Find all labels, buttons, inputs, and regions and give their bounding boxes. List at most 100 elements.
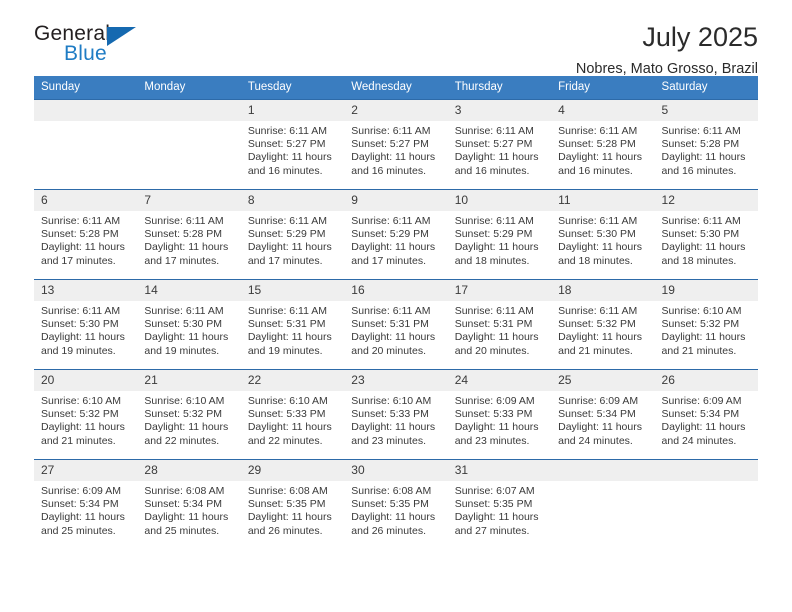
daylight-text: Daylight: 11 hours and 16 minutes.	[661, 151, 746, 177]
calendar-day-cell[interactable]: 16 Sunrise: 6:11 AM Sunset: 5:31 PM Dayligh…	[344, 279, 448, 370]
day-details: Sunrise: 6:07 AM Sunset: 5:35 PM Daylight:…	[448, 481, 551, 538]
calendar-day-cell[interactable]: 10 Sunrise: 6:11 AM Sunset: 5:29 PM Dayligh…	[447, 189, 552, 280]
day-number: 26	[654, 370, 758, 391]
day-number: 24	[447, 370, 552, 391]
calendar-page: General Blue July 2025 Nobres, Mato Gros…	[0, 0, 792, 612]
day-number: 21	[137, 370, 241, 391]
calendar-day-cell[interactable]: 19 Sunrise: 6:10 AM Sunset: 5:32 PM Dayligh…	[654, 279, 758, 370]
calendar-day-cell[interactable]: 28 Sunrise: 6:08 AM Sunset: 5:34 PM Dayligh…	[137, 459, 241, 549]
daylight-text: Daylight: 11 hours and 17 minutes.	[41, 241, 125, 267]
day-details: Sunrise: 6:08 AM Sunset: 5:35 PM Daylight:…	[241, 481, 344, 538]
day-number: 12	[654, 190, 758, 211]
day-number: 3	[447, 100, 552, 121]
day-number: 29	[240, 460, 345, 481]
daylight-text: Daylight: 11 hours and 24 minutes.	[558, 421, 642, 447]
calendar-day-cell[interactable]: 1 Sunrise: 6:11 AM Sunset: 5:27 PM Daylight…	[240, 99, 345, 190]
calendar-day-cell[interactable]: 13 Sunrise: 6:11 AM Sunset: 5:30 PM Dayligh…	[34, 279, 138, 370]
sunrise-text: Sunrise: 6:11 AM	[351, 125, 431, 137]
sunset-text: Sunset: 5:34 PM	[41, 498, 119, 511]
day-details: Sunrise: 6:11 AM Sunset: 5:28 PM Daylight:…	[34, 211, 137, 268]
page-title: July 2025	[642, 22, 758, 52]
day-number: 1	[240, 100, 345, 121]
daylight-text: Daylight: 11 hours and 25 minutes.	[41, 511, 125, 537]
calendar-day-cell[interactable]: 7 Sunrise: 6:11 AM Sunset: 5:28 PM Daylight…	[137, 189, 241, 280]
sunrise-text: Sunrise: 6:11 AM	[247, 305, 328, 317]
sunset-text: Sunset: 5:29 PM	[351, 228, 429, 241]
calendar-day-cell[interactable]: 26 Sunrise: 6:09 AM Sunset: 5:34 PM Dayligh…	[654, 369, 758, 460]
calendar-day-cell-empty	[137, 99, 241, 190]
calendar-day-cell[interactable]: 27 Sunrise: 6:09 AM Sunset: 5:34 PM Dayligh…	[34, 459, 138, 549]
calendar-day-cell[interactable]: 9 Sunrise: 6:11 AM Sunset: 5:29 PM Daylight…	[344, 189, 448, 280]
calendar-day-cell[interactable]: 17 Sunrise: 6:11 AM Sunset: 5:31 PM Dayligh…	[447, 279, 552, 370]
calendar-day-cell[interactable]: 22 Sunrise: 6:10 AM Sunset: 5:33 PM Dayligh…	[240, 369, 345, 460]
logo-triangle-icon	[107, 27, 136, 46]
sunset-text: Sunset: 5:29 PM	[454, 228, 533, 241]
calendar-day-cell[interactable]: 11 Sunrise: 6:11 AM Sunset: 5:30 PM Dayligh…	[551, 189, 655, 280]
day-details: Sunrise: 6:11 AM Sunset: 5:30 PM Daylight:…	[34, 301, 137, 358]
sunrise-text: Sunrise: 6:08 AM	[144, 485, 225, 497]
sunrise-text: Sunrise: 6:11 AM	[351, 305, 431, 317]
calendar-day-cell[interactable]: 14 Sunrise: 6:11 AM Sunset: 5:30 PM Dayligh…	[137, 279, 241, 370]
sunrise-text: Sunrise: 6:11 AM	[454, 215, 534, 227]
sunset-text: Sunset: 5:35 PM	[454, 498, 533, 511]
sunset-text: Sunset: 5:35 PM	[351, 498, 429, 511]
sunset-text: Sunset: 5:28 PM	[41, 228, 119, 241]
day-details: Sunrise: 6:10 AM Sunset: 5:32 PM Daylight:…	[137, 391, 240, 448]
sunrise-text: Sunrise: 6:10 AM	[247, 395, 328, 407]
sunset-text: Sunset: 5:32 PM	[661, 318, 740, 331]
sunrise-text: Sunrise: 6:09 AM	[41, 485, 121, 497]
calendar-day-cell[interactable]: 21 Sunrise: 6:10 AM Sunset: 5:32 PM Dayligh…	[137, 369, 241, 460]
sunrise-text: Sunrise: 6:11 AM	[247, 125, 328, 137]
calendar-day-cell[interactable]: 12 Sunrise: 6:11 AM Sunset: 5:30 PM Dayligh…	[654, 189, 758, 280]
sunset-text: Sunset: 5:30 PM	[41, 318, 119, 331]
sunrise-text: Sunrise: 6:11 AM	[558, 125, 638, 137]
daylight-text: Daylight: 11 hours and 22 minutes.	[247, 421, 332, 447]
sunset-text: Sunset: 5:31 PM	[247, 318, 326, 331]
calendar-day-cell[interactable]: 24 Sunrise: 6:09 AM Sunset: 5:33 PM Dayligh…	[447, 369, 552, 460]
calendar-day-cell[interactable]: 29 Sunrise: 6:08 AM Sunset: 5:35 PM Dayligh…	[240, 459, 345, 549]
daylight-text: Daylight: 11 hours and 25 minutes.	[144, 511, 229, 537]
calendar-day-cell[interactable]: 3 Sunrise: 6:11 AM Sunset: 5:27 PM Daylight…	[447, 99, 552, 190]
daylight-text: Daylight: 11 hours and 26 minutes.	[351, 511, 436, 537]
calendar-day-cell[interactable]: 6 Sunrise: 6:11 AM Sunset: 5:28 PM Daylight…	[34, 189, 138, 280]
daylight-text: Daylight: 11 hours and 26 minutes.	[247, 511, 332, 537]
calendar-day-cell[interactable]: 15 Sunrise: 6:11 AM Sunset: 5:31 PM Dayligh…	[240, 279, 345, 370]
daylight-text: Daylight: 11 hours and 17 minutes.	[247, 241, 332, 267]
daylight-text: Daylight: 11 hours and 19 minutes.	[247, 331, 332, 357]
day-details: Sunrise: 6:11 AM Sunset: 5:31 PM Daylight:…	[448, 301, 551, 358]
day-number: 30	[344, 460, 448, 481]
day-details: Sunrise: 6:11 AM Sunset: 5:29 PM Daylight:…	[241, 211, 344, 268]
calendar-week-row: 20 Sunrise: 6:10 AM Sunset: 5:32 PM Dayligh…	[34, 369, 758, 460]
calendar-week-row: 1 Sunrise: 6:11 AM Sunset: 5:27 PM Daylight…	[34, 99, 758, 190]
calendar-day-cell[interactable]: 20 Sunrise: 6:10 AM Sunset: 5:32 PM Dayligh…	[34, 369, 138, 460]
calendar-day-cell[interactable]: 30 Sunrise: 6:08 AM Sunset: 5:35 PM Dayligh…	[344, 459, 448, 549]
calendar-day-cell[interactable]: 18 Sunrise: 6:11 AM Sunset: 5:32 PM Dayligh…	[551, 279, 655, 370]
day-details: Sunrise: 6:10 AM Sunset: 5:32 PM Daylight:…	[655, 301, 758, 358]
sunset-text: Sunset: 5:30 PM	[558, 228, 636, 241]
sunset-text: Sunset: 5:31 PM	[454, 318, 533, 331]
weekday-header-thursday: Thursday	[447, 76, 552, 100]
calendar-day-cell[interactable]: 25 Sunrise: 6:09 AM Sunset: 5:34 PM Dayligh…	[551, 369, 655, 460]
sunrise-text: Sunrise: 6:11 AM	[558, 305, 638, 317]
sunset-text: Sunset: 5:30 PM	[144, 318, 223, 331]
calendar-day-cell[interactable]: 2 Sunrise: 6:11 AM Sunset: 5:27 PM Daylight…	[344, 99, 448, 190]
day-number: 7	[137, 190, 241, 211]
sunrise-text: Sunrise: 6:11 AM	[247, 215, 328, 227]
sunset-text: Sunset: 5:28 PM	[558, 138, 636, 151]
daylight-text: Daylight: 11 hours and 27 minutes.	[454, 511, 539, 537]
day-details: Sunrise: 6:11 AM Sunset: 5:31 PM Daylight:…	[344, 301, 447, 358]
calendar-day-cell[interactable]: 4 Sunrise: 6:11 AM Sunset: 5:28 PM Daylight…	[551, 99, 655, 190]
calendar-day-cell[interactable]: 23 Sunrise: 6:10 AM Sunset: 5:33 PM Dayligh…	[344, 369, 448, 460]
day-details: Sunrise: 6:11 AM Sunset: 5:32 PM Daylight:…	[551, 301, 654, 358]
day-number: 10	[447, 190, 552, 211]
weekday-header-monday: Monday	[137, 76, 241, 100]
title-block: July 2025 Nobres, Mato Grosso, Brazil	[576, 22, 758, 77]
calendar-day-cell[interactable]: 31 Sunrise: 6:07 AM Sunset: 5:35 PM Dayligh…	[447, 459, 552, 549]
sunset-text: Sunset: 5:28 PM	[144, 228, 223, 241]
daylight-text: Daylight: 11 hours and 21 minutes.	[661, 331, 746, 357]
calendar-day-cell[interactable]: 8 Sunrise: 6:11 AM Sunset: 5:29 PM Daylight…	[240, 189, 345, 280]
day-number: 19	[654, 280, 758, 301]
calendar-day-cell[interactable]: 5 Sunrise: 6:11 AM Sunset: 5:28 PM Daylight…	[654, 99, 758, 190]
day-details: Sunrise: 6:11 AM Sunset: 5:28 PM Daylight:…	[655, 121, 758, 178]
weekday-header-wednesday: Wednesday	[344, 76, 448, 100]
